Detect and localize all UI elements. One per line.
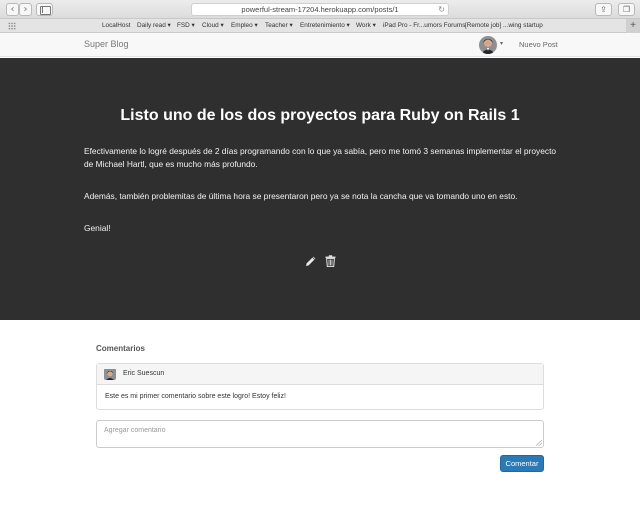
share-icon[interactable]: ⇪: [595, 3, 612, 16]
comment-card: Eric Suescun Este es mi primer comentari…: [96, 363, 544, 410]
post-paragraph-1: Efectivamente lo logré después de 2 días…: [84, 146, 557, 169]
comments-heading: Comentarios: [96, 344, 145, 353]
delete-icon[interactable]: [325, 254, 336, 272]
bookmark-work[interactable]: Work ▾: [356, 19, 376, 33]
url-text: powerful-stream-17204.herokuapp.com/post…: [241, 5, 399, 14]
bookmark-localhost[interactable]: LocalHost: [102, 19, 130, 33]
back-icon[interactable]: ‹: [6, 3, 19, 16]
bookmark-remote-job[interactable]: [Remote job] ...wing startup: [465, 19, 543, 33]
resize-handle-icon[interactable]: [536, 440, 542, 446]
comment-header: Eric Suescun: [97, 364, 543, 385]
comment-author: Eric Suescun: [123, 370, 165, 377]
new-tab-plus-icon[interactable]: +: [626, 19, 640, 33]
bookmark-daily-read[interactable]: Daily read ▾: [137, 19, 171, 33]
address-bar[interactable]: powerful-stream-17204.herokuapp.com/post…: [191, 3, 449, 16]
bookmarks-bar: LocalHost Daily read ▾ FSD ▾ Cloud ▾ Emp…: [0, 19, 640, 33]
tabs-icon[interactable]: ❐: [618, 3, 635, 16]
post-actions: [305, 254, 340, 268]
bookmark-teacher[interactable]: Teacher ▾: [265, 19, 293, 33]
new-post-link[interactable]: Nuevo Post: [519, 40, 558, 49]
bookmark-ipad-pro[interactable]: iPad Pro - Fr...umors Forums: [383, 19, 465, 33]
bookmark-empleo[interactable]: Empleo ▾: [231, 19, 258, 33]
comment-avatar: [104, 368, 116, 380]
comment-body: Este es mi primer comentario sobre este …: [105, 393, 286, 400]
bookmark-fsd[interactable]: FSD ▾: [177, 19, 195, 33]
user-avatar[interactable]: [479, 36, 497, 54]
post-hero: Listo uno de los dos proyectos para Ruby…: [0, 58, 640, 320]
apps-grid-icon[interactable]: [8, 22, 16, 30]
post-paragraph-2: Además, también problemitas de última ho…: [84, 191, 518, 201]
chevron-down-icon[interactable]: ▾: [500, 40, 503, 47]
forward-icon[interactable]: ›: [19, 3, 32, 16]
bookmark-entretenimiento[interactable]: Entretenimiento ▾: [300, 19, 350, 33]
brand-link[interactable]: Super Blog: [84, 39, 129, 49]
post-title: Listo uno de los dos proyectos para Ruby…: [120, 107, 520, 124]
submit-comment-button[interactable]: Comentar: [500, 455, 544, 472]
comment-input[interactable]: [96, 420, 544, 448]
browser-toolbar: ‹ › powerful-stream-17204.herokuapp.com/…: [0, 0, 640, 19]
reload-icon[interactable]: ↻: [438, 4, 445, 15]
sidebar-icon[interactable]: [36, 3, 53, 16]
site-navbar: Super Blog ▾ Nuevo Post: [0, 33, 640, 57]
post-paragraph-3: Genial!: [84, 223, 111, 233]
bookmark-cloud[interactable]: Cloud ▾: [202, 19, 224, 33]
edit-icon[interactable]: [305, 254, 317, 272]
